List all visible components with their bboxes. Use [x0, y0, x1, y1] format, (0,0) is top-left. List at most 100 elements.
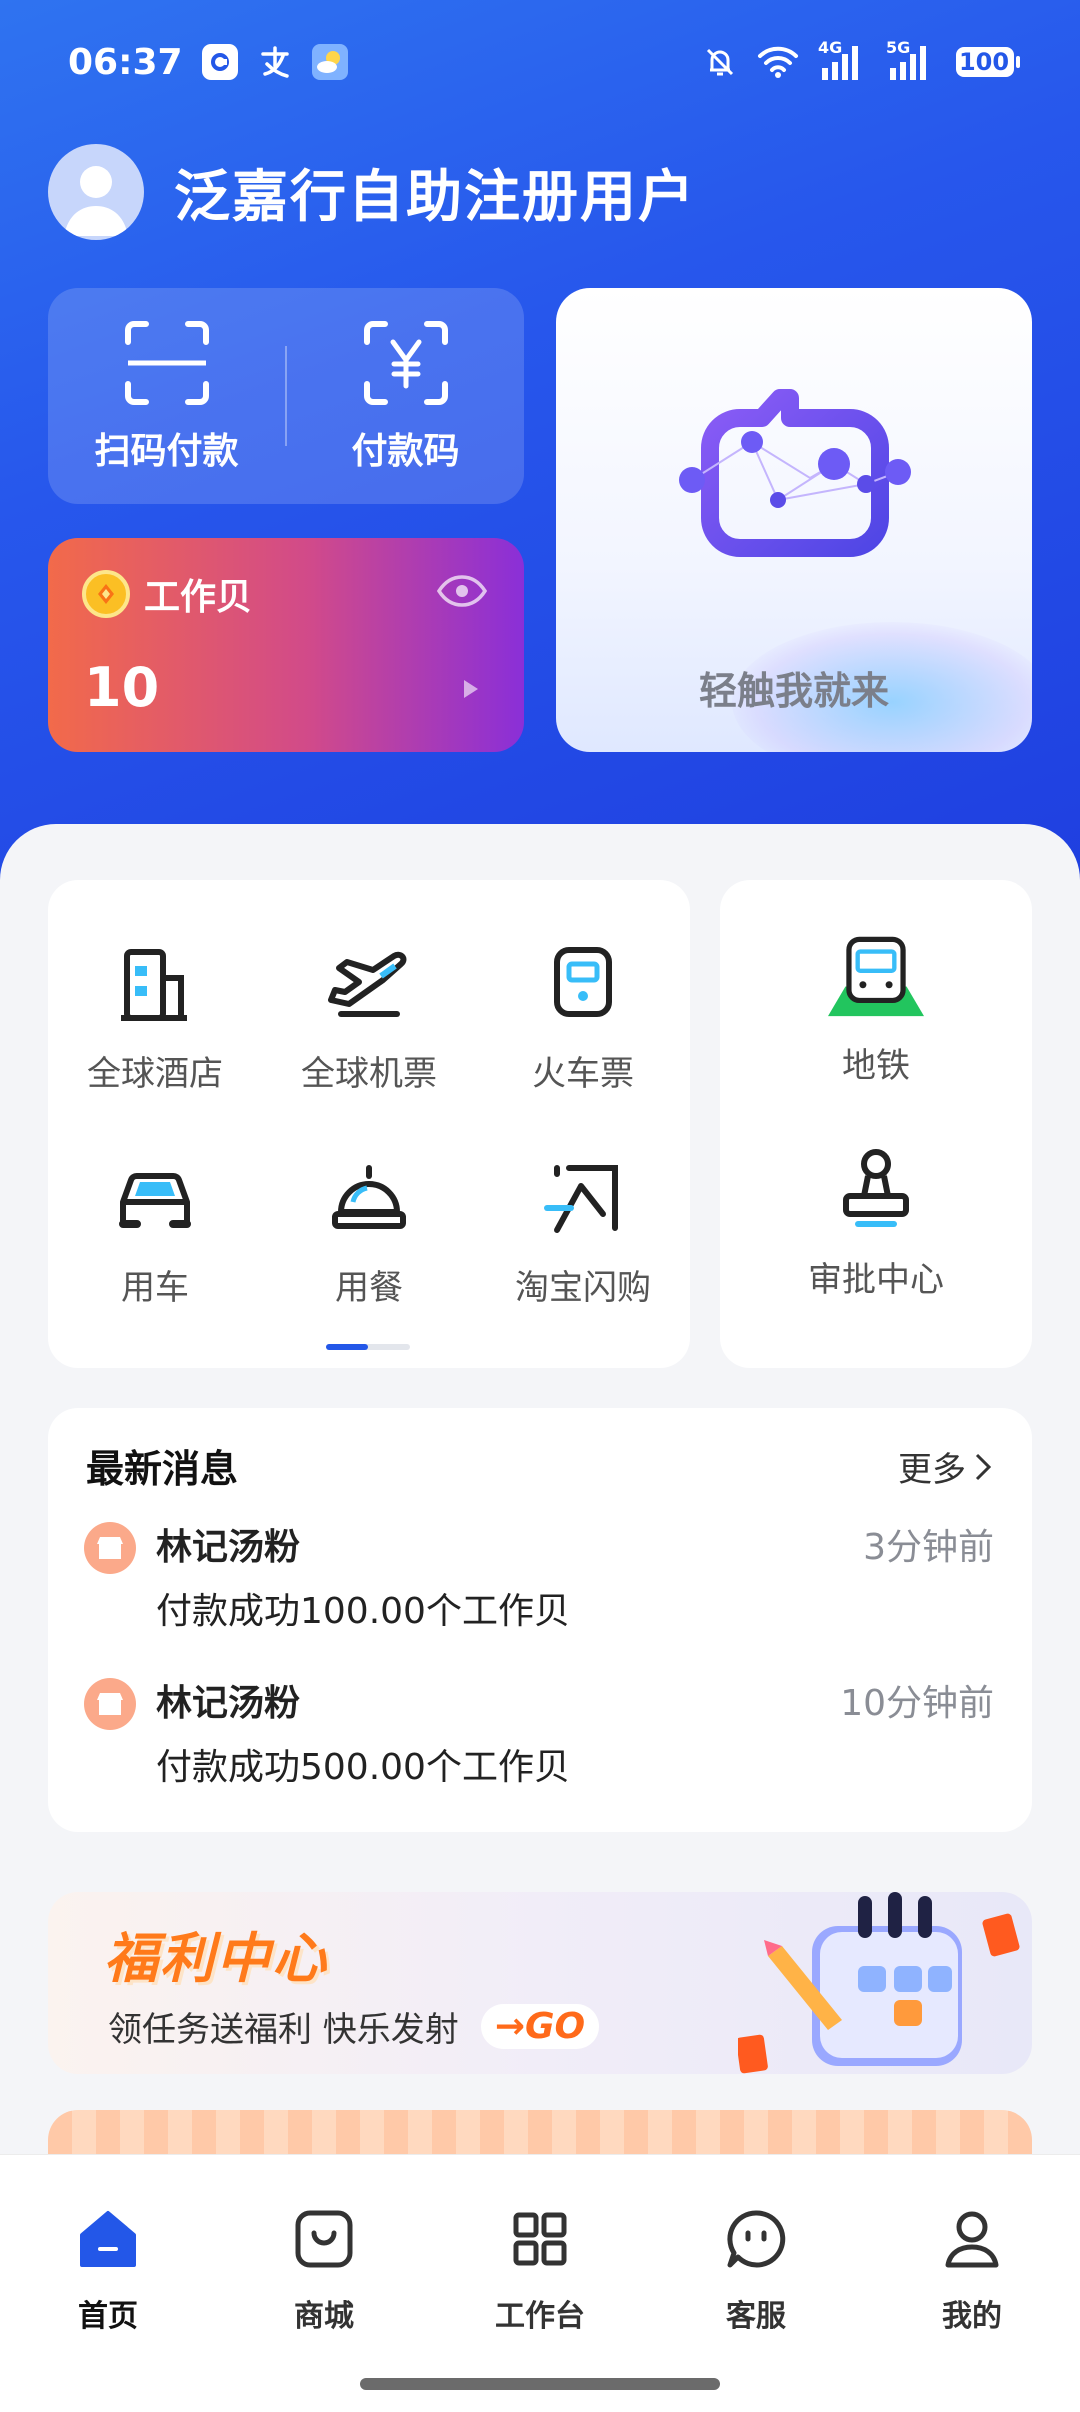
news-title: 最新消息: [86, 1447, 239, 1491]
chevron-right-icon: [975, 1453, 992, 1480]
service-car[interactable]: 用车: [48, 1150, 262, 1309]
service-flight[interactable]: 全球机票: [262, 936, 476, 1095]
news-message: 付款成功500.00个工作贝: [156, 1747, 570, 1788]
service-label: 火车票: [532, 1054, 634, 1094]
service-grid-card: 全球酒店 全球机票 火车票 用车 用餐 淘宝闪购: [48, 880, 690, 1368]
news-time: 3分钟前: [863, 1527, 994, 1568]
customer-service-icon: [720, 2203, 792, 2275]
calendar-pencil-illustration: [738, 1892, 1020, 2074]
news-time: 10分钟前: [840, 1683, 994, 1724]
pay-code-label: 付款码: [351, 431, 460, 472]
wallet-title-row: 工作贝: [82, 568, 252, 620]
hotel-icon: [107, 936, 203, 1032]
weather-icon: [311, 43, 349, 81]
network-4g-label: 4G: [818, 38, 843, 57]
battery-level: 100: [958, 48, 1010, 76]
subway-icon: [828, 928, 924, 1024]
ai-robot-icon: [679, 389, 911, 557]
signal-5g-icon: 5G: [886, 38, 936, 82]
tab-label: 我的: [942, 2299, 1002, 2334]
news-message: 付款成功100.00个工作贝: [156, 1591, 570, 1632]
profile-icon: [936, 2203, 1008, 2275]
status-time: 06:37: [68, 41, 183, 83]
shop-icon: [84, 1678, 136, 1730]
banner-title: 福利中心: [104, 1927, 328, 1990]
status-bar-left: 06:37: [68, 36, 349, 88]
service-train[interactable]: 火车票: [476, 936, 690, 1095]
service-label: 全球酒店: [87, 1054, 223, 1094]
wallet-balance: 10: [84, 656, 160, 719]
banner-go-button[interactable]: →GO: [480, 2004, 600, 2049]
service-subway[interactable]: 地铁: [769, 928, 983, 1087]
page-indicator-active: [326, 1344, 368, 1350]
wallet-title: 工作贝: [144, 577, 253, 618]
avatar[interactable]: [48, 144, 144, 240]
app-notification-icon: [201, 43, 239, 81]
tab-label: 客服: [726, 2299, 786, 2334]
mute-bell-icon: [702, 44, 738, 80]
scan-icon: [124, 321, 209, 405]
workbench-grid-icon: [504, 2203, 576, 2275]
service-page-indicator: [326, 1344, 410, 1350]
news-more-label: 更多: [898, 1450, 966, 1490]
news-shop-name: 林记汤粉: [156, 1527, 301, 1568]
train-icon: [535, 936, 631, 1032]
signal-4g-icon: 4G: [818, 38, 868, 82]
news-shop-name: 林记汤粉: [156, 1683, 301, 1724]
avatar-person-icon: [64, 166, 128, 236]
banner-subtitle: 领任务送福利 快乐发射: [108, 2010, 459, 2050]
shop-bag-icon: [288, 2203, 360, 2275]
welfare-banner[interactable]: 福利中心 领任务送福利 快乐发射 →GO: [48, 1892, 1032, 2074]
tab-customer-service[interactable]: 客服: [686, 2203, 826, 2335]
bottom-tab-bar: 首页 商城 工作台 客服 我的: [0, 2154, 1080, 2412]
wallet-card[interactable]: 工作贝 10: [48, 538, 524, 752]
tab-label: 首页: [78, 2299, 138, 2334]
payment-panel: 扫码付款 付款码: [48, 288, 524, 504]
service-label: 全球机票: [301, 1054, 437, 1094]
news-more-link[interactable]: 更多: [898, 1442, 992, 1491]
tab-profile[interactable]: 我的: [902, 2203, 1042, 2335]
airplane-icon: [321, 936, 417, 1032]
news-card: 最新消息 更多 林记汤粉 3分钟前 付款成功100.00个工作贝 林记汤粉 10…: [48, 1408, 1032, 1832]
status-bar-right: 4G 5G 100: [702, 36, 1022, 88]
service-flash-buy[interactable]: 淘宝闪购: [476, 1150, 690, 1309]
wifi-icon: [756, 44, 800, 80]
tab-label: 商城: [294, 2299, 354, 2334]
battery-icon: 100: [954, 44, 1022, 80]
service-label: 审批中心: [808, 1260, 944, 1300]
tab-workbench[interactable]: 工作台: [470, 2203, 610, 2335]
eye-icon[interactable]: [436, 574, 488, 612]
ai-assistant-card[interactable]: 轻触我就来: [556, 288, 1032, 752]
news-item[interactable]: 林记汤粉 3分钟前 付款成功100.00个工作贝: [84, 1518, 994, 1632]
ai-assistant-label: 轻触我就来: [698, 669, 889, 713]
service-hotel[interactable]: 全球酒店: [48, 936, 262, 1095]
shop-icon: [84, 1522, 136, 1574]
service-label: 淘宝闪购: [515, 1268, 651, 1308]
wallet-arrow-icon: [464, 680, 478, 698]
service-label: 用餐: [335, 1268, 403, 1308]
yuan-code-icon: [363, 321, 448, 405]
user-name: 泛嘉行自助注册用户: [174, 164, 696, 230]
service-dining[interactable]: 用餐: [262, 1150, 476, 1309]
approval-stamp-icon: [828, 1142, 924, 1238]
pay-code-button[interactable]: 付款码: [287, 318, 524, 474]
tab-shop[interactable]: 商城: [254, 2203, 394, 2335]
network-5g-label: 5G: [886, 38, 911, 57]
user-profile[interactable]: 泛嘉行自助注册用户: [48, 144, 696, 240]
service-approval[interactable]: 审批中心: [769, 1142, 983, 1301]
home-indicator[interactable]: [360, 2378, 720, 2390]
scan-pay-button[interactable]: 扫码付款: [48, 318, 285, 474]
tab-home[interactable]: 首页: [38, 2203, 178, 2335]
service-side-card: 地铁 审批中心: [720, 880, 1032, 1368]
home-icon: [72, 2203, 144, 2275]
scan-pay-label: 扫码付款: [94, 431, 239, 472]
shell-coin-icon: [82, 570, 130, 618]
flash-buy-icon: [535, 1150, 631, 1246]
news-item[interactable]: 林记汤粉 10分钟前 付款成功500.00个工作贝: [84, 1674, 994, 1788]
dining-icon: [321, 1150, 417, 1246]
tab-label: 工作台: [495, 2299, 585, 2334]
banner-subtitle-row: 领任务送福利 快乐发射 →GO: [108, 2002, 600, 2051]
alipay-icon: [257, 44, 293, 80]
service-label: 用车: [121, 1268, 189, 1308]
service-label: 地铁: [842, 1046, 910, 1086]
